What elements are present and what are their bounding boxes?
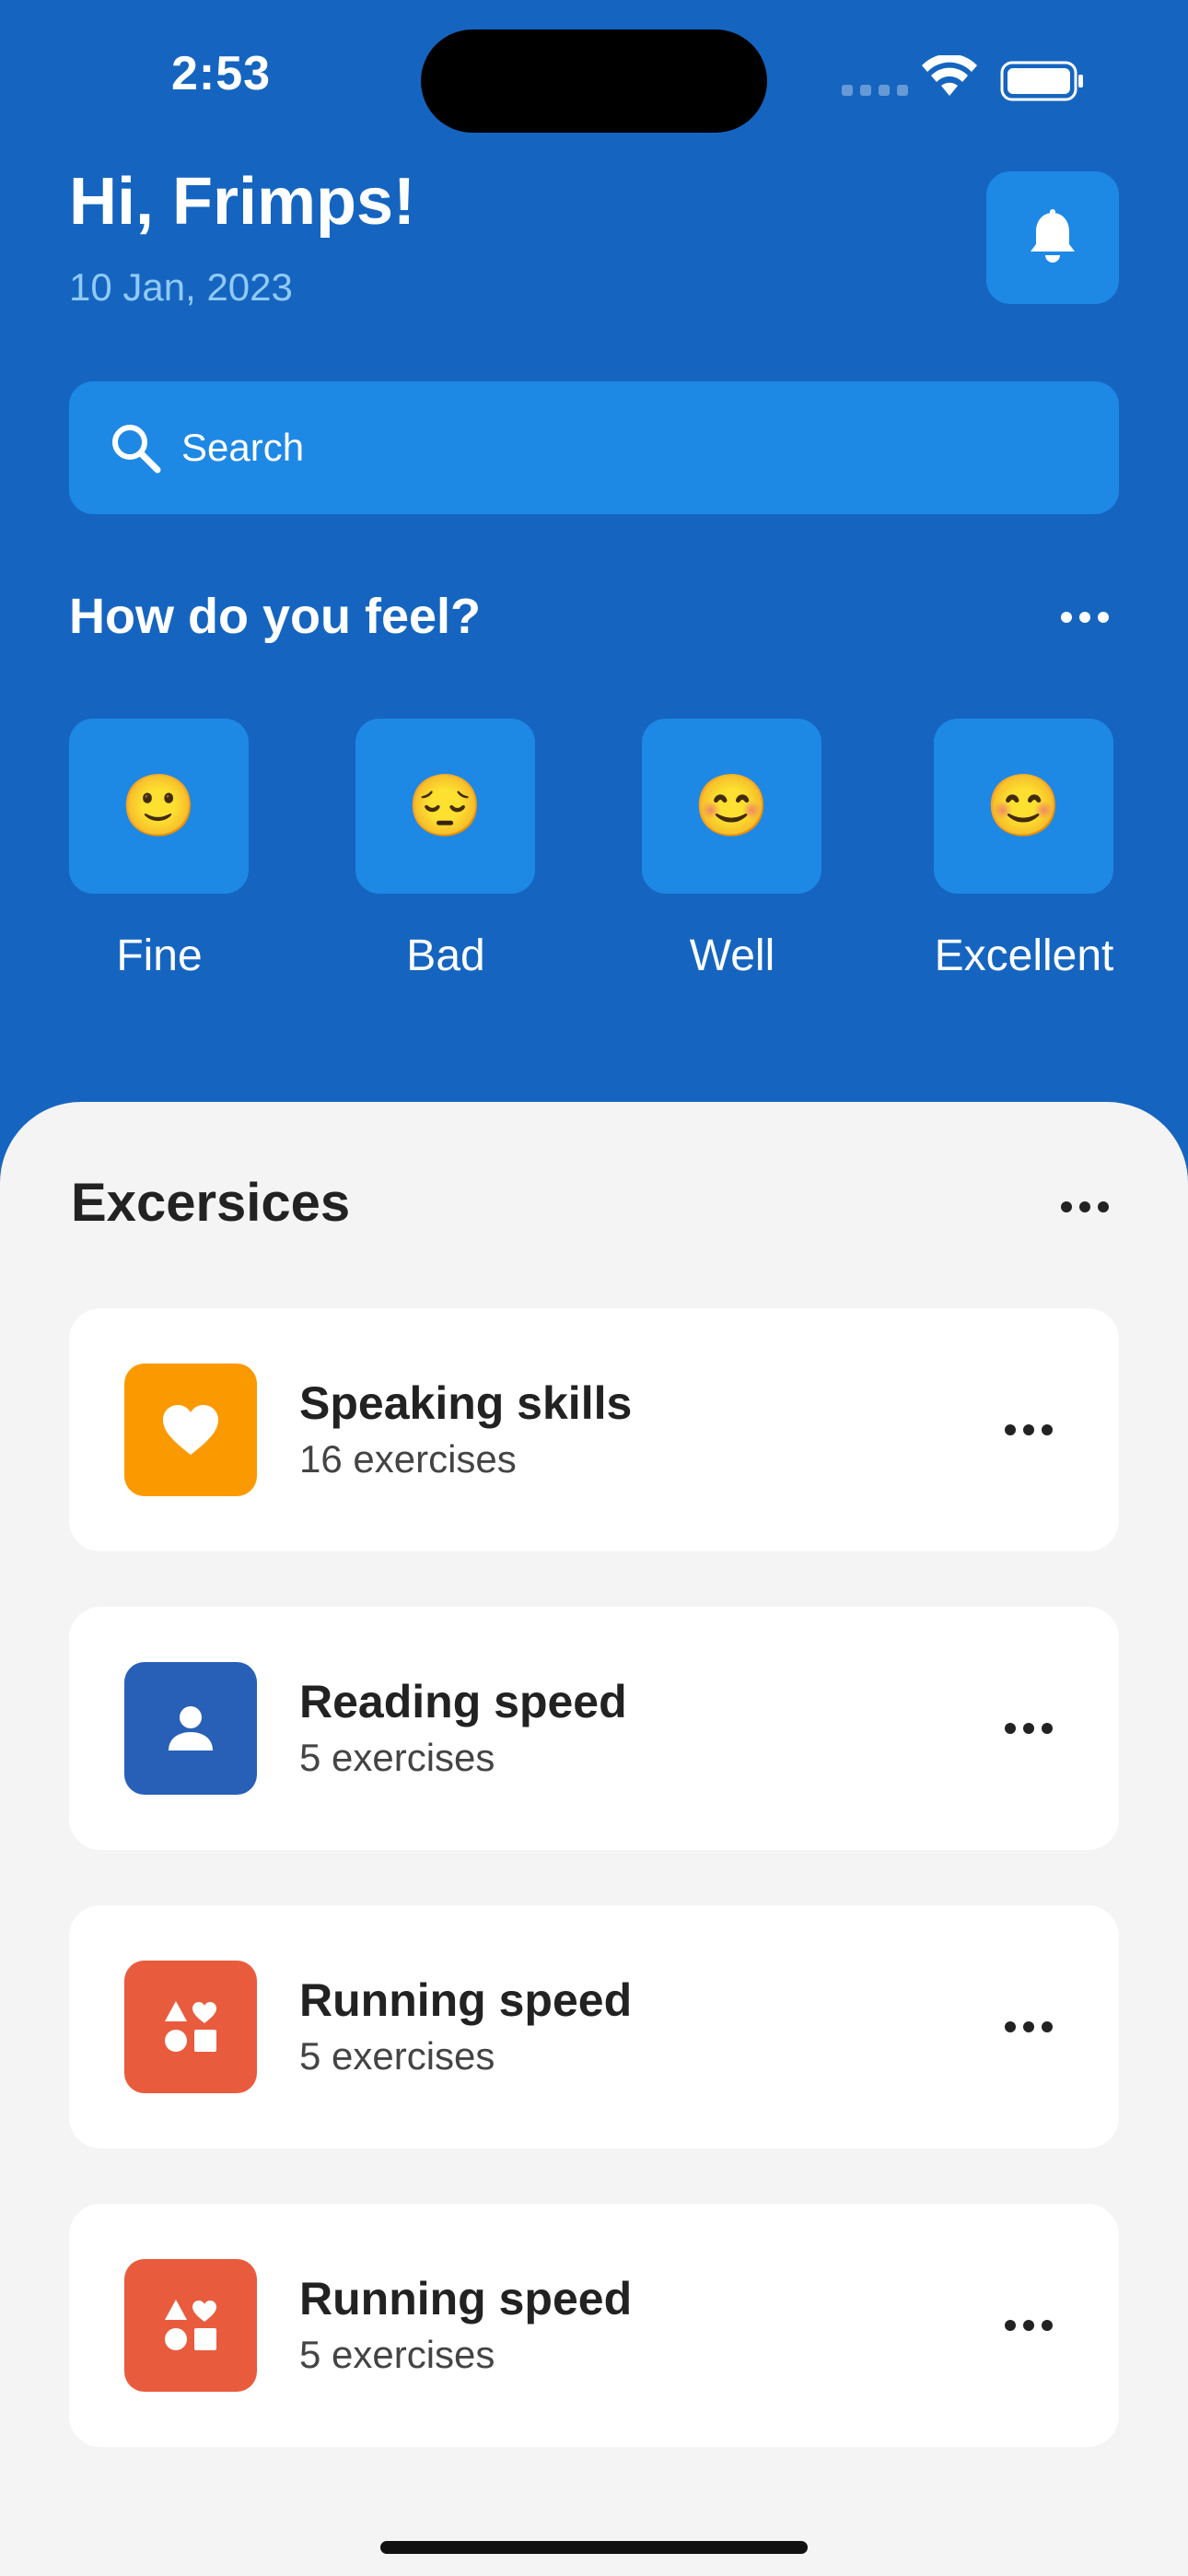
mood-label: Bad bbox=[406, 931, 485, 980]
exercise-count: 16 exercises bbox=[299, 1437, 517, 1481]
heart-icon bbox=[163, 1405, 218, 1455]
exercise-icon-tile bbox=[124, 1364, 257, 1496]
shapes-icon bbox=[165, 2300, 216, 2350]
search-input[interactable]: Search bbox=[69, 381, 1119, 514]
exercises-more-icon[interactable] bbox=[1059, 1188, 1111, 1225]
mood-fine[interactable]: 🙂 Fine bbox=[69, 719, 249, 981]
cellular-signal-icon bbox=[842, 85, 908, 96]
battery-icon bbox=[1000, 61, 1083, 101]
search-placeholder: Search bbox=[181, 426, 305, 469]
exercises-title: Excersices bbox=[71, 1173, 351, 1233]
bell-icon bbox=[1031, 209, 1075, 263]
exercise-card-speaking-skills[interactable]: Speaking skills 16 exercises bbox=[69, 1308, 1119, 1551]
exercise-card-reading-speed[interactable]: Reading speed 5 exercises bbox=[69, 1607, 1119, 1850]
status-time: 2:53 bbox=[171, 47, 272, 100]
exercise-count: 5 exercises bbox=[299, 1736, 495, 1779]
feelings-more-icon[interactable] bbox=[1059, 599, 1111, 636]
more-options-icon[interactable] bbox=[1003, 1717, 1054, 1739]
mood-emoji: 😊 bbox=[642, 719, 821, 894]
mood-emoji: 😔 bbox=[355, 719, 535, 894]
mood-bad[interactable]: 😔 Bad bbox=[355, 719, 535, 981]
exercise-card-running-speed-2[interactable]: Running speed 5 exercises bbox=[69, 2204, 1119, 2447]
home-indicator[interactable] bbox=[380, 2541, 808, 2554]
current-date: 10 Jan, 2023 bbox=[69, 265, 293, 309]
exercise-count: 5 exercises bbox=[299, 2333, 495, 2376]
exercise-name: Reading speed bbox=[299, 1676, 627, 1727]
more-options-icon[interactable] bbox=[1003, 1419, 1054, 1441]
notifications-button[interactable] bbox=[986, 171, 1119, 304]
exercise-name: Running speed bbox=[299, 2273, 633, 2324]
feelings-title: How do you feel? bbox=[69, 589, 482, 644]
mood-label: Well bbox=[689, 931, 775, 980]
exercise-icon-tile bbox=[124, 1662, 257, 1795]
exercise-card-running-speed[interactable]: Running speed 5 exercises bbox=[69, 1905, 1119, 2149]
wifi-icon bbox=[922, 55, 977, 96]
mood-well[interactable]: 😊 Well bbox=[642, 719, 821, 981]
more-options-icon[interactable] bbox=[1003, 2314, 1054, 2336]
search-icon bbox=[112, 425, 161, 474]
mood-emoji: 😊 bbox=[934, 719, 1113, 894]
exercise-count: 5 exercises bbox=[299, 2034, 495, 2078]
person-icon bbox=[169, 1706, 213, 1751]
mood-emoji: 🙂 bbox=[69, 719, 249, 894]
dynamic-island bbox=[421, 29, 767, 133]
exercise-name: Running speed bbox=[299, 1974, 633, 2026]
mood-excellent[interactable]: 😊 Excellent bbox=[934, 719, 1113, 981]
exercise-name: Speaking skills bbox=[299, 1377, 633, 1429]
more-options-icon[interactable] bbox=[1003, 2016, 1054, 2038]
mood-label: Excellent bbox=[934, 931, 1114, 980]
shapes-icon bbox=[165, 2001, 216, 2052]
greeting-title: Hi, Frimps! bbox=[69, 165, 416, 239]
exercise-icon-tile bbox=[124, 1961, 257, 2093]
exercise-icon-tile bbox=[124, 2259, 257, 2392]
mood-label: Fine bbox=[116, 931, 203, 980]
